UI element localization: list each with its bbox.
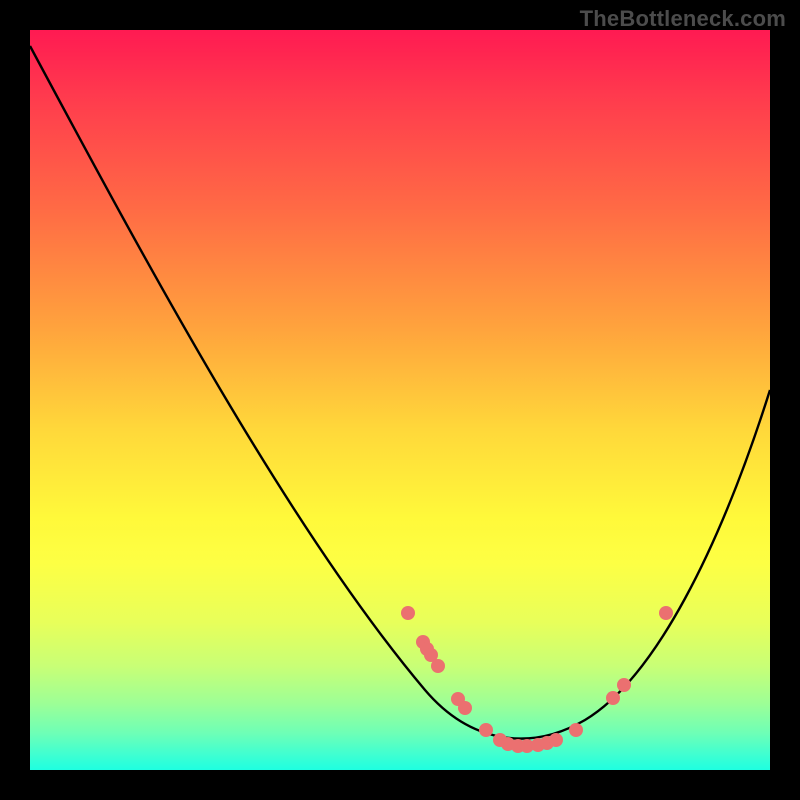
data-point	[479, 723, 493, 737]
data-point	[569, 723, 583, 737]
chart-frame: TheBottleneck.com	[0, 0, 800, 800]
watermark-text: TheBottleneck.com	[580, 6, 786, 32]
data-point	[431, 659, 445, 673]
data-point	[401, 606, 415, 620]
curve-layer	[30, 30, 770, 770]
data-point	[659, 606, 673, 620]
data-point	[617, 678, 631, 692]
data-point	[458, 701, 472, 715]
data-point	[606, 691, 620, 705]
bottleneck-curve	[30, 46, 770, 739]
data-point	[549, 733, 563, 747]
plot-area	[30, 30, 770, 770]
